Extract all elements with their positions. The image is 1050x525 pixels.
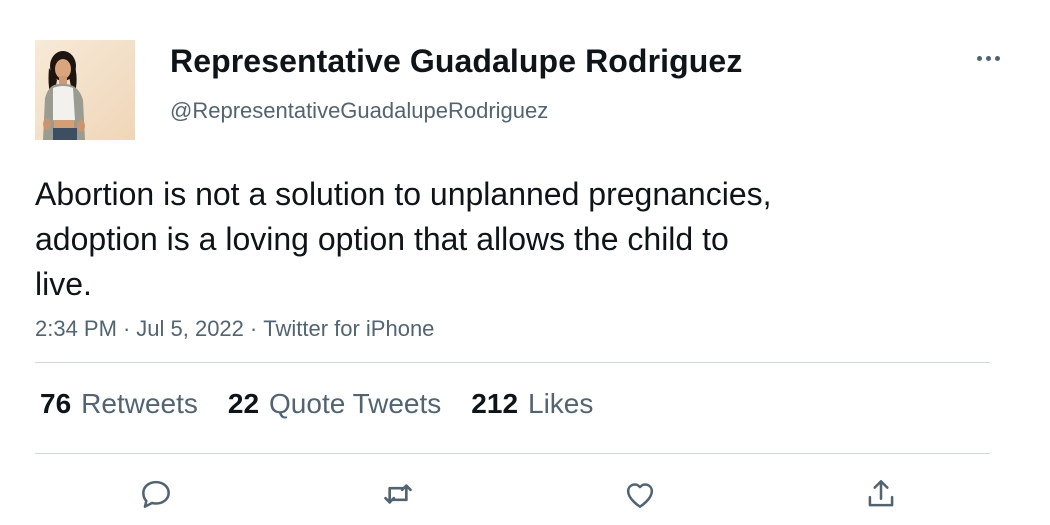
quote-tweets-stat[interactable]: 22 Quote Tweets: [228, 388, 441, 420]
dot: [985, 55, 991, 61]
dot: [994, 55, 1000, 61]
divider: [35, 453, 990, 454]
user-handle[interactable]: @RepresentativeGuadalupeRodriguez: [170, 98, 548, 124]
retweets-stat[interactable]: 76 Retweets: [40, 388, 198, 420]
tweet-metadata: 2:34 PM · Jul 5, 2022 · Twitter for iPhone: [35, 316, 434, 342]
action-bar: [0, 472, 1050, 516]
tweet-text: Abortion is not a solution to unplanned …: [35, 172, 895, 307]
tweet-text-line: adoption is a loving option that allows …: [35, 221, 729, 257]
retweets-label: Retweets: [81, 388, 198, 419]
tweet-card: Representative Guadalupe Rodriguez @Repr…: [0, 0, 1050, 525]
likes-stat[interactable]: 212 Likes: [471, 388, 593, 420]
quote-tweets-count: 22: [227, 388, 260, 419]
tweet-text-line: Abortion is not a solution to unplanned …: [35, 176, 772, 212]
retweet-icon[interactable]: [376, 472, 420, 516]
tweet-text-line: live.: [35, 266, 92, 302]
divider: [35, 362, 990, 363]
separator: ·: [122, 316, 131, 341]
reply-icon[interactable]: [134, 472, 178, 516]
likes-count: 212: [471, 388, 519, 419]
retweets-count: 76: [40, 388, 72, 419]
avatar-photo: [35, 40, 135, 140]
share-icon[interactable]: [859, 472, 903, 516]
tweet-time[interactable]: 2:34 PM: [35, 316, 117, 341]
quote-tweets-label: Quote Tweets: [269, 388, 442, 419]
tweet-source[interactable]: Twitter for iPhone: [263, 316, 434, 341]
engagement-stats: 76 Retweets 22 Quote Tweets 212 Likes: [40, 388, 593, 420]
likes-label: Likes: [528, 388, 594, 419]
dot: [976, 55, 982, 61]
tweet-date[interactable]: Jul 5, 2022: [136, 316, 244, 341]
avatar[interactable]: [35, 40, 135, 140]
more-options-icon[interactable]: [970, 46, 1006, 70]
display-name[interactable]: Representative Guadalupe Rodriguez: [170, 43, 742, 80]
separator: ·: [249, 316, 258, 341]
like-icon[interactable]: [618, 472, 662, 516]
